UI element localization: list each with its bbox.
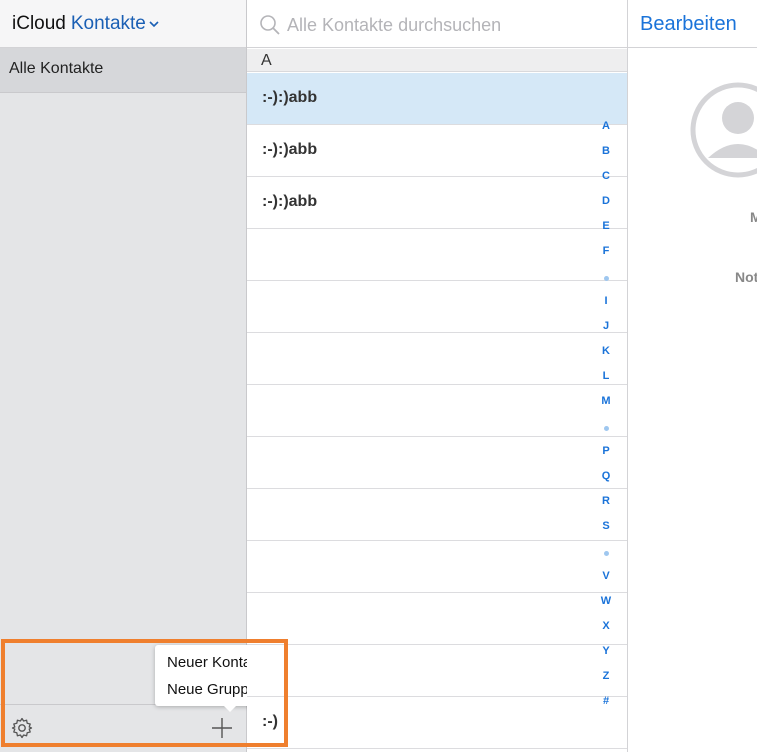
contact-row[interactable] bbox=[247, 437, 627, 489]
sidebar: iCloud Kontakte Alle Kontakte bbox=[0, 0, 247, 752]
app-header: iCloud Kontakte bbox=[0, 0, 246, 48]
alphabet-index-dot[interactable] bbox=[604, 426, 609, 431]
alphabet-index-letter[interactable]: A bbox=[593, 120, 619, 132]
contact-name: :-):)abb bbox=[262, 193, 318, 210]
search-bar bbox=[247, 0, 627, 48]
contact-row[interactable] bbox=[247, 541, 627, 593]
alphabet-index-letter[interactable]: F bbox=[593, 245, 619, 257]
contact-row[interactable] bbox=[247, 593, 627, 645]
contact-detail: Bearbeiten M Not bbox=[628, 0, 757, 752]
gear-icon[interactable] bbox=[10, 716, 34, 740]
alphabet-index-letter[interactable]: Y bbox=[593, 645, 619, 657]
contact-name: :-):)abb bbox=[262, 89, 318, 106]
alphabet-index-letter[interactable]: S bbox=[593, 520, 619, 532]
sidebar-item-all-contacts[interactable]: Alle Kontakte bbox=[0, 48, 246, 93]
chevron-down-icon[interactable] bbox=[148, 18, 160, 30]
alphabet-index-letter[interactable]: # bbox=[593, 695, 619, 707]
alphabet-index-letter[interactable]: R bbox=[593, 495, 619, 507]
contact-list: A :-):)abb :-):)abb :-):)abb :-) A B C D E F I J K L… bbox=[247, 0, 628, 752]
module-switcher[interactable]: Kontakte bbox=[71, 13, 146, 35]
alphabet-index-letter[interactable]: W bbox=[593, 595, 619, 607]
contact-row[interactable]: :-):)abb bbox=[247, 73, 627, 125]
alphabet-index-letter[interactable]: E bbox=[593, 220, 619, 232]
section-header: A bbox=[247, 49, 627, 72]
alphabet-index-letter[interactable]: L bbox=[593, 370, 619, 382]
edit-button[interactable]: Bearbeiten bbox=[640, 13, 737, 36]
alphabet-index-letter[interactable]: P bbox=[593, 445, 619, 457]
contact-row[interactable] bbox=[247, 229, 627, 281]
sidebar-footer bbox=[0, 704, 246, 752]
app-brand: iCloud bbox=[12, 12, 66, 34]
detail-header: Bearbeiten bbox=[628, 0, 757, 48]
alphabet-index-letter[interactable]: X bbox=[593, 620, 619, 632]
search-input[interactable] bbox=[287, 12, 617, 38]
contact-row[interactable] bbox=[247, 645, 627, 697]
contact-name: :-) bbox=[262, 713, 278, 730]
alphabet-index-letter[interactable]: B bbox=[593, 145, 619, 157]
alphabet-index-letter[interactable]: K bbox=[593, 345, 619, 357]
contact-name: :-):)abb bbox=[262, 141, 318, 158]
alphabet-index-letter[interactable]: C bbox=[593, 170, 619, 182]
alphabet-index-letter[interactable]: Q bbox=[593, 470, 619, 482]
sidebar-item-label: Alle Kontakte bbox=[9, 60, 104, 77]
contact-row[interactable] bbox=[247, 489, 627, 541]
alphabet-index-letter[interactable]: Z bbox=[593, 670, 619, 682]
alphabet-index-letter[interactable]: D bbox=[593, 195, 619, 207]
alphabet-index-dot[interactable] bbox=[604, 276, 609, 281]
alphabet-index-letter[interactable]: M bbox=[593, 395, 619, 407]
popup-arrow bbox=[223, 705, 237, 712]
detail-field-1: M bbox=[750, 209, 757, 225]
detail-field-2: Not bbox=[735, 269, 757, 285]
avatar bbox=[688, 80, 757, 180]
alphabet-index-letter[interactable]: V bbox=[593, 570, 619, 582]
contact-row[interactable]: :-):)abb bbox=[247, 125, 627, 177]
alphabet-index-letter[interactable]: J bbox=[593, 320, 619, 332]
contact-row[interactable]: :-):)abb bbox=[247, 177, 627, 229]
contact-row[interactable] bbox=[247, 333, 627, 385]
search-icon bbox=[259, 14, 281, 36]
contact-row[interactable]: :-) bbox=[247, 697, 627, 749]
contact-row[interactable] bbox=[247, 385, 627, 437]
add-plus-icon[interactable] bbox=[210, 716, 234, 740]
contact-row[interactable] bbox=[247, 281, 627, 333]
alphabet-index-letter[interactable]: I bbox=[593, 295, 619, 307]
alphabet-index-dot[interactable] bbox=[604, 551, 609, 556]
